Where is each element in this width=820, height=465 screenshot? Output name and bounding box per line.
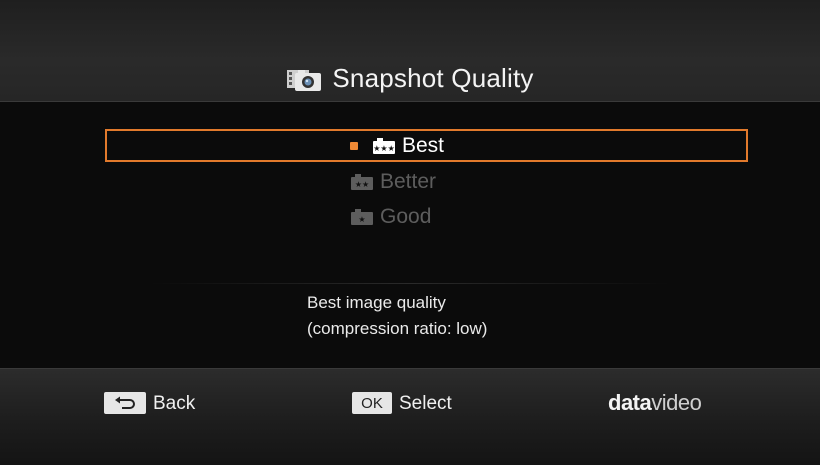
- header-bar: Snapshot Quality: [0, 0, 820, 102]
- camera-film-icon: [287, 70, 322, 91]
- back-key-icon[interactable]: [104, 392, 146, 414]
- brand-bold-text: data: [608, 390, 652, 415]
- option-better[interactable]: ★★ Better: [0, 164, 820, 199]
- svg-text:★★★: ★★★: [373, 144, 395, 153]
- option-label: Best: [402, 133, 445, 157]
- option-label: Better: [380, 169, 437, 193]
- description-line-2: (compression ratio: low): [307, 319, 488, 338]
- select-label: Select: [399, 393, 452, 414]
- page-title: Snapshot Quality: [332, 62, 534, 93]
- option-label: Good: [380, 204, 432, 228]
- svg-text:★: ★: [358, 215, 365, 224]
- title-group: Snapshot Quality: [0, 58, 820, 98]
- selection-indicator: [350, 141, 358, 150]
- option-description: Best image quality (compression ratio: l…: [307, 290, 667, 342]
- back-label: Back: [153, 393, 196, 414]
- ok-key[interactable]: OK: [352, 392, 392, 414]
- return-arrow-icon: [115, 396, 135, 409]
- one-star-camera-icon: ★: [351, 208, 373, 225]
- option-best[interactable]: ★★★ Best: [105, 129, 748, 162]
- divider: [150, 283, 670, 284]
- description-line-1: Best image quality: [307, 293, 446, 312]
- footer-bar: [0, 368, 820, 465]
- svg-text:★★: ★★: [355, 180, 369, 189]
- option-good[interactable]: ★ Good: [0, 199, 820, 234]
- datavideo-logo: datavideo: [608, 390, 702, 416]
- three-star-camera-icon: ★★★: [373, 137, 395, 154]
- snapshot-quality-screen: Snapshot Quality ★★★ Best ★★ Better ★ Go…: [0, 0, 820, 465]
- two-star-camera-icon: ★★: [351, 173, 373, 190]
- brand-thin-text: video: [651, 390, 702, 415]
